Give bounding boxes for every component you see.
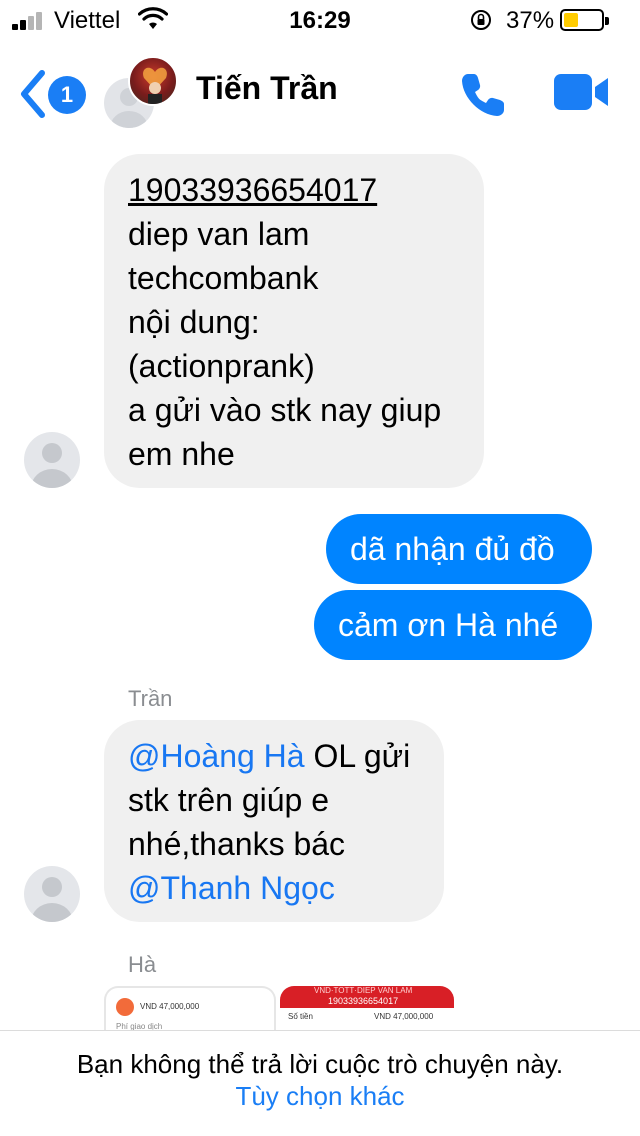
conversation-header: 1 Tiến Trần — [0, 40, 640, 146]
contact-name[interactable]: Tiến Trần — [196, 70, 338, 107]
incoming-message-mentions[interactable]: @Hoàng Hà OL gửi stk trên giúp e nhé,tha… — [104, 720, 444, 922]
message-line: techcombank — [128, 260, 319, 296]
message-text: OL gửi — [304, 738, 411, 774]
thumb-title: VND·TOTT·DIEP VAN LAM — [314, 986, 413, 995]
chevron-left-icon — [21, 70, 45, 118]
thumb-account: 19033936654017 — [328, 996, 399, 1006]
video-camera-icon[interactable] — [552, 70, 610, 114]
orientation-lock-icon — [471, 10, 491, 30]
message-line: a gửi vào stk nay giup — [128, 392, 442, 428]
sender-avatar[interactable] — [24, 432, 80, 488]
reply-disabled-footer: Bạn không thể trả lời cuộc trò chuyện nà… — [0, 1030, 640, 1136]
contact-avatar[interactable] — [128, 56, 178, 106]
message-line: nhé,thanks bác — [128, 826, 346, 862]
more-options-link[interactable]: Tùy chọn khác — [0, 1081, 640, 1112]
incoming-message-bank-details[interactable]: 19033936654017 diep van lam techcombank … — [104, 154, 484, 488]
bank-logo-icon — [116, 998, 134, 1016]
sender-avatar[interactable] — [24, 866, 80, 922]
sender-name: Trần — [128, 686, 173, 711]
unread-count-badge[interactable]: 1 — [48, 76, 86, 114]
screenshot-thumbnail[interactable]: VND·TOTT·DIEP VAN LAM 19033936654017 Số … — [280, 986, 454, 1036]
message-line: em nhe — [128, 436, 235, 472]
outgoing-message[interactable]: dã nhận đủ đồ — [326, 514, 592, 584]
outgoing-message[interactable]: cảm ơn Hà nhé — [314, 590, 592, 660]
thumb-amount: VND 47,000,000 — [374, 1012, 434, 1021]
message-line: (actionprank) — [128, 348, 315, 384]
battery-percentage: 37% — [506, 7, 555, 34]
message-line: stk trên giúp e — [128, 782, 329, 818]
phone-icon[interactable] — [458, 68, 510, 120]
thumb-amount: VND 47,000,000 — [140, 1002, 200, 1011]
message-line: diep van lam — [128, 216, 310, 252]
status-bar: Viettel 16:29 37% — [0, 0, 640, 40]
mention-link[interactable]: @Thanh Ngọc — [128, 866, 420, 910]
screenshot-thumbnail[interactable]: VND 47,000,000 Phí giao dịch — [104, 986, 276, 1036]
message-line: nội dung: — [128, 304, 260, 340]
account-number-link[interactable]: 19033936654017 — [128, 168, 460, 212]
thumb-label: Số tiền — [288, 1012, 313, 1021]
sender-name: Hà — [128, 952, 157, 977]
battery-icon — [560, 9, 609, 31]
reply-disabled-notice: Bạn không thể trả lời cuộc trò chuyện nà… — [76, 1049, 564, 1079]
mention-link[interactable]: @Hoàng Hà — [128, 738, 305, 774]
